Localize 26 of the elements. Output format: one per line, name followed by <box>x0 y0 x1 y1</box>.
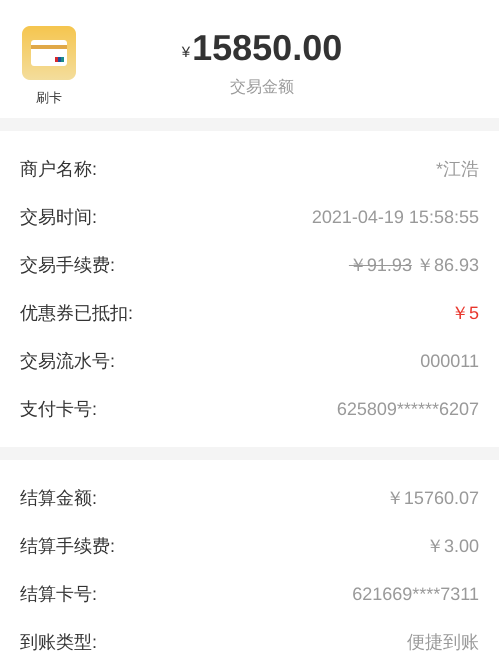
row-value: *江浩 <box>436 158 479 180</box>
row-label: 优惠券已抵扣: <box>20 302 134 324</box>
original-fee: ￥91.93 <box>348 254 412 276</box>
row-label: 结算卡号: <box>20 582 98 606</box>
card-icon <box>22 26 76 80</box>
row-value: ￥5 <box>450 302 479 324</box>
amount-label: 交易金额 <box>230 78 294 98</box>
row-label: 交易流水号: <box>20 350 116 372</box>
row-label: 到账类型: <box>20 630 98 654</box>
transaction-amount: 15850.00 <box>192 26 342 70</box>
icon-label: 刷卡 <box>36 89 62 107</box>
row-value: 000011 <box>420 350 479 372</box>
row-value: 2021-04-19 15:58:55 <box>312 206 479 228</box>
row-value: 便捷到账 <box>407 630 479 654</box>
row-label: 商户名称: <box>20 158 98 180</box>
row-label: 结算手续费: <box>20 534 116 558</box>
row-value: ￥86.93 <box>416 254 479 276</box>
row-value: 621669****7311 <box>352 582 479 606</box>
row-label: 交易时间: <box>20 206 98 228</box>
currency-sign: ¥ <box>182 42 190 62</box>
row-label: 支付卡号: <box>20 398 98 420</box>
row-value: ￥15760.07 <box>386 486 479 510</box>
row-label: 交易手续费: <box>20 254 116 276</box>
row-value: ￥3.00 <box>426 534 479 558</box>
row-label: 结算金额: <box>20 486 98 510</box>
row-value: 625809******6207 <box>336 398 479 420</box>
